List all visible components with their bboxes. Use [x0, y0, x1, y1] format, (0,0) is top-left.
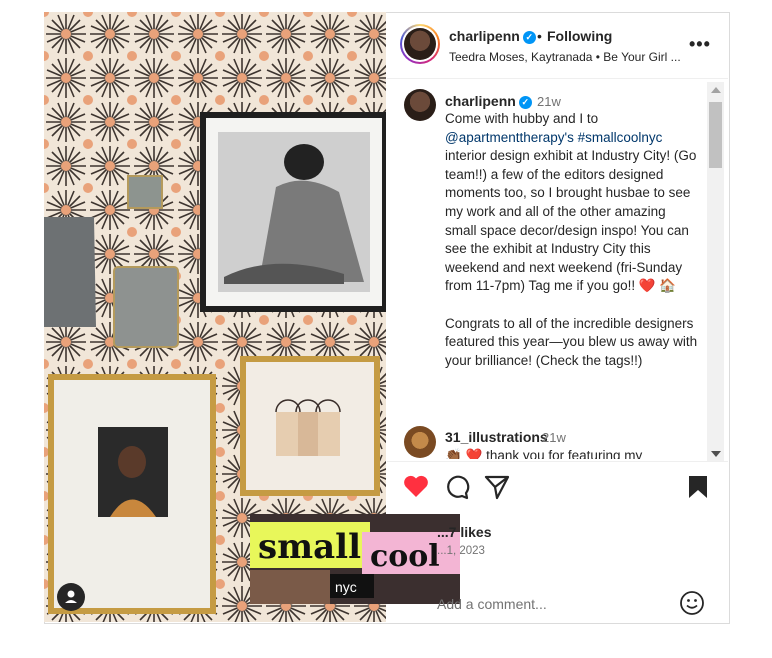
- mention-link[interactable]: @apartmenttherapy's: [445, 130, 574, 145]
- post-side-panel: charlipenn ✓ • Following Teedra Moses, Ka…: [387, 12, 728, 622]
- scroll-down-icon[interactable]: [711, 451, 721, 457]
- add-comment-input[interactable]: Add a comment...: [437, 596, 547, 612]
- caption-time: 21w: [537, 94, 561, 109]
- comment-avatar[interactable]: [404, 426, 436, 458]
- comment-username[interactable]: 31_illustrations: [445, 429, 548, 445]
- scroll-thumb[interactable]: [709, 102, 722, 168]
- more-options-icon[interactable]: •••: [689, 34, 711, 55]
- audio-label[interactable]: Teedra Moses, Kaytranada • Be Your Girl …: [449, 50, 681, 64]
- caption-paragraph-1: Come with hubby and I to @apartmentthera…: [445, 111, 697, 294]
- user-tag-icon[interactable]: [57, 583, 85, 611]
- comments-list: charlipenn ✓ 21w Come with hubby and I to…: [387, 79, 705, 459]
- comment-text: 👏🏾 ❤️ thank you for featuring my: [445, 448, 643, 459]
- caption-avatar[interactable]: [404, 89, 436, 121]
- caption-text: Come with hubby and I to @apartmentthera…: [445, 110, 700, 389]
- comment-icon[interactable]: [444, 474, 470, 505]
- scroll-up-icon[interactable]: [711, 87, 721, 93]
- hashtag-link[interactable]: #smallcoolnyc: [578, 130, 663, 145]
- author-avatar[interactable]: [400, 24, 440, 64]
- sticker-word-small: small: [258, 527, 361, 567]
- post-date: ...1, 2023: [437, 545, 485, 557]
- caption-paragraph-2: Congrats to all of the incredible design…: [445, 315, 698, 368]
- heart-icon[interactable]: [403, 474, 429, 503]
- caption-username[interactable]: charlipenn ✓: [445, 93, 532, 109]
- post-header: charlipenn ✓ • Following Teedra Moses, Ka…: [387, 12, 728, 79]
- author-username[interactable]: charlipenn ✓: [449, 28, 536, 44]
- comment-time: 21w: [542, 430, 566, 445]
- following-button[interactable]: Following: [547, 28, 612, 44]
- comments-scrollbar[interactable]: [707, 82, 724, 462]
- smiley-icon[interactable]: [679, 590, 705, 621]
- sticker-tag-nyc: nyc: [335, 579, 357, 595]
- likes-count[interactable]: ...7 likes: [437, 524, 491, 540]
- bookmark-icon[interactable]: [687, 474, 709, 505]
- action-bar: ...7 likes ...1, 2023 Add a comment...: [387, 461, 728, 623]
- share-icon[interactable]: [484, 474, 510, 505]
- header-separator: •: [537, 28, 542, 44]
- verified-badge-icon: ✓: [522, 31, 536, 44]
- verified-badge-icon: ✓: [518, 96, 532, 109]
